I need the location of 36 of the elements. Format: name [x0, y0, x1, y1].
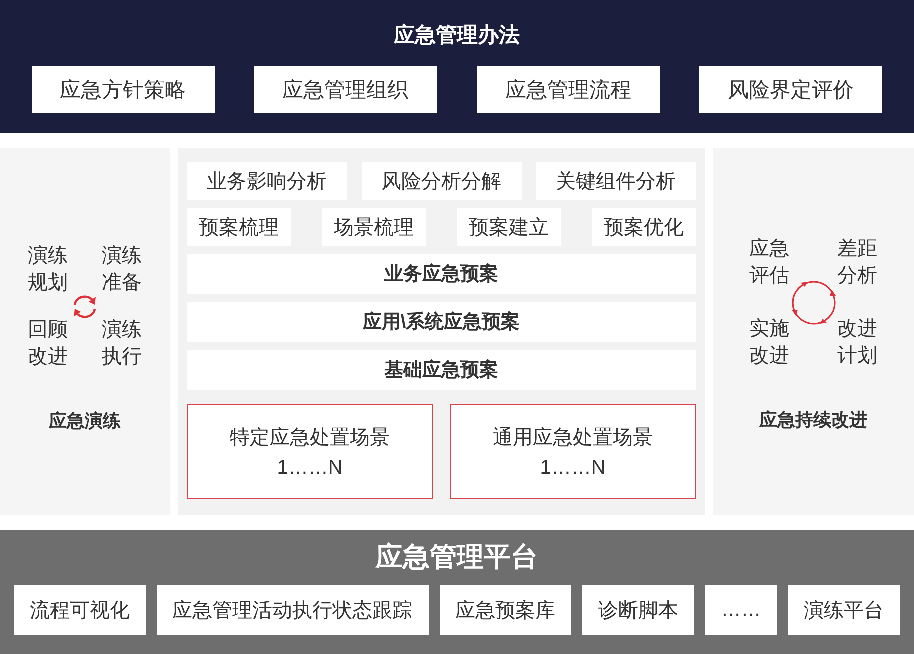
plan-level-bar: 基础应急预案 [187, 350, 696, 390]
cycle-label: 回顾改进 [28, 318, 68, 370]
cycle-label: 演练执行 [102, 318, 142, 370]
analysis-tag: 业务影响分析 [187, 162, 347, 200]
method-tag: 风险界定评价 [699, 66, 882, 113]
cycle-label: 应急评估 [750, 237, 790, 289]
platform-title: 应急管理平台 [376, 541, 538, 574]
cycle-label: 演练规划 [28, 244, 68, 296]
plan-step-tag: 场景梳理 [322, 208, 426, 246]
header-title: 应急管理办法 [394, 22, 520, 49]
cycle-label: 改进计划 [838, 317, 878, 369]
platform-tag: 应急管理活动执行状态跟踪 [156, 585, 429, 635]
platform-tag: …… [705, 585, 778, 635]
platform-tag: 诊断脚本 [582, 585, 694, 635]
plan-step-tag: 预案梳理 [187, 208, 291, 246]
plan-step-tag: 预案建立 [457, 208, 561, 246]
method-tag: 应急方针策略 [32, 66, 214, 113]
cycle-label: 实施改进 [750, 317, 790, 369]
scenario-range: 1……N [540, 456, 606, 480]
panel-title: 应急演练 [49, 410, 121, 433]
plan-step-tag: 预案优化 [592, 208, 696, 246]
plan-level-bar: 应用\系统应急预案 [187, 302, 696, 342]
analysis-tag: 风险分析分解 [362, 162, 522, 200]
platform-tag: 演练平台 [788, 585, 900, 635]
cycle-label: 演练准备 [102, 244, 142, 296]
cycle-label: 差距分析 [838, 237, 878, 289]
panel-title: 应急持续改进 [760, 409, 868, 432]
method-tag: 应急管理流程 [476, 66, 660, 113]
analysis-tag: 关键组件分析 [536, 162, 696, 200]
scenario-title: 特定应急处置场景 [230, 426, 390, 450]
platform-tag: 应急预案库 [440, 585, 572, 635]
method-tag: 应急管理组织 [254, 66, 438, 113]
scenario-range: 1……N [277, 456, 343, 480]
platform-tag: 流程可视化 [14, 585, 146, 635]
scenario-title: 通用应急处置场景 [493, 426, 653, 450]
plan-level-bar: 业务应急预案 [187, 254, 696, 294]
